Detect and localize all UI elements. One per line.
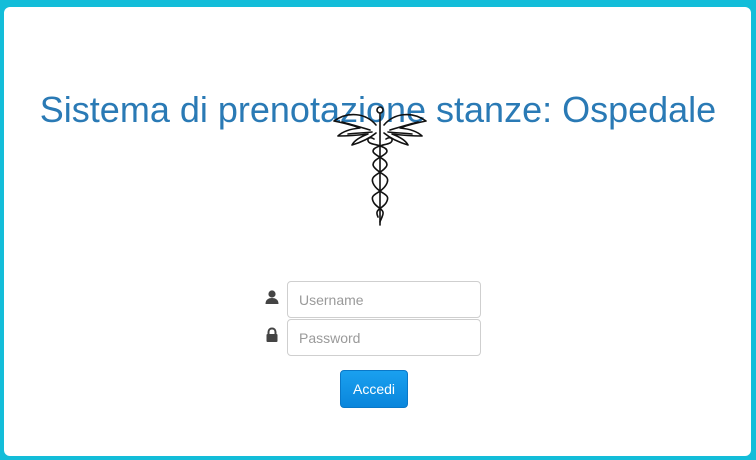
caduceus-icon (333, 106, 427, 226)
username-input[interactable] (287, 281, 481, 318)
login-button[interactable]: Accedi (340, 370, 408, 408)
username-row (264, 281, 484, 318)
lock-icon (266, 327, 278, 342)
password-input[interactable] (287, 319, 481, 356)
user-icon (265, 290, 279, 304)
password-row (264, 319, 484, 356)
